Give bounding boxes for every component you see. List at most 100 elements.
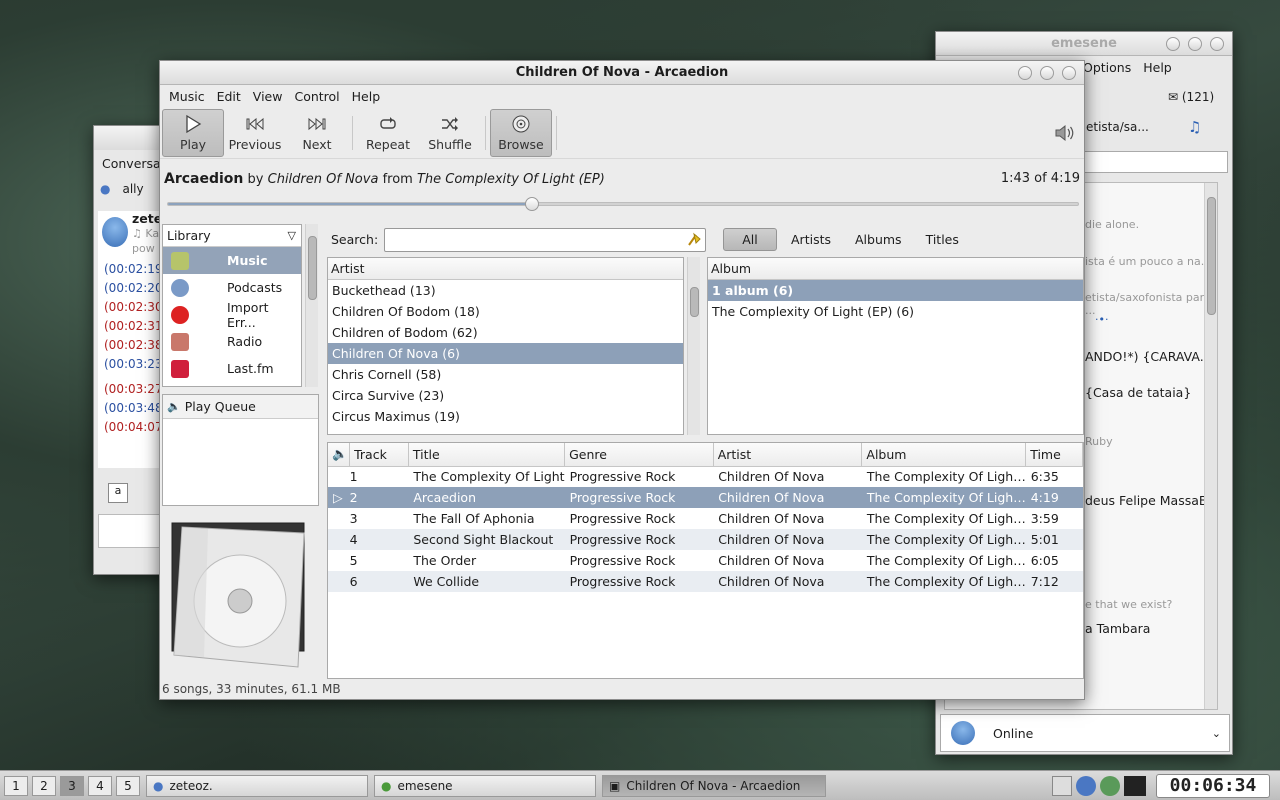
artist-list[interactable]: Artist Buckethead (13) Children Of Bodom … [327,257,684,435]
clock[interactable]: 00:06:34 [1156,774,1270,798]
music-tray-icon[interactable] [1052,776,1072,796]
column-header-track[interactable]: Track [349,443,409,467]
library-item-import-errors[interactable]: Import Err... [163,300,301,330]
filter-titles[interactable]: Titles [916,229,969,250]
contact-name[interactable]: deus Felipe MassaB [1085,493,1207,508]
artist-row[interactable]: Circa Survive (23) [328,385,683,406]
menu-options[interactable]: Options [1078,60,1136,75]
album-list[interactable]: Album 1 album (6) The Complexity Of Ligh… [707,257,1084,435]
artist-row[interactable]: Chris Cornell (58) [328,364,683,385]
artist-row[interactable]: Children Of Nova (6) [328,343,683,364]
library-item-music[interactable]: Music [163,247,301,274]
workspace-4[interactable]: 4 [88,775,112,796]
artist-row[interactable]: Children of Bodom (62) [328,322,683,343]
volume-button[interactable] [1054,123,1076,143]
menu-music[interactable]: Music [164,89,210,104]
task-emesene[interactable]: ● emesene [374,774,596,797]
library-dropdown[interactable]: Library ▽ [163,225,301,247]
filter-albums[interactable]: Albums [845,229,912,250]
contact-name[interactable]: ANDO!*) {CARAVA... [1085,349,1212,364]
task-music-player[interactable]: ▣ Children Of Nova - Arcaedion [602,774,826,797]
maximize-icon[interactable] [1188,37,1202,51]
status-selector[interactable]: Online ⌄ [940,714,1230,752]
contact-name[interactable]: {Casa de tataia} [1085,385,1191,400]
menu-edit[interactable]: Edit [212,89,246,104]
library-item-radio[interactable]: Radio [163,328,301,355]
window-titlebar[interactable]: Children Of Nova - Arcaedion [160,61,1084,85]
contact-scrollbar[interactable] [1204,183,1217,709]
workspace-1[interactable]: 1 [4,775,28,796]
column-header-title[interactable]: Title [408,443,566,467]
now-playing-track: Arcaedion [164,171,244,187]
column-header-artist[interactable]: Artist [713,443,863,467]
library-panel[interactable]: Library ▽ Music Podcasts Import Err... Ra… [162,224,302,387]
track-row[interactable]: 3 The Fall Of Aphonia Progressive Rock Chil… [328,508,1083,529]
artist-scrollbar[interactable] [687,257,700,435]
artist-column-header[interactable]: Artist [328,258,683,280]
network-tray-icon[interactable] [1100,776,1120,796]
workspace-2[interactable]: 2 [32,775,56,796]
menu-control[interactable]: Control [289,89,344,104]
next-button[interactable]: Next [286,109,348,157]
play-queue-panel[interactable]: 🔈 Play Queue [162,394,319,506]
emesene-search-input[interactable] [1084,151,1228,173]
library-item-lastfm[interactable]: Last.fm [163,355,301,382]
minimize-icon[interactable] [1018,66,1032,80]
scroll-thumb[interactable] [1207,197,1216,315]
track-row[interactable]: ▷ 2 Arcaedion Progressive Rock Children Of N… [328,487,1083,508]
browse-button[interactable]: Browse [490,108,552,157]
repeat-button[interactable]: Repeat [357,109,419,157]
track-row[interactable]: 4 Second Sight Blackout Progressive Rock Ch… [328,529,1083,550]
album-column-header[interactable]: Album [708,258,1083,280]
album-row[interactable]: The Complexity Of Light (EP) (6) [708,301,1083,322]
library-item-podcasts[interactable]: Podcasts [163,274,301,301]
task-zeteoz[interactable]: ● zeteoz. [146,774,368,797]
minimize-icon[interactable] [1166,37,1180,51]
font-button[interactable]: a [108,483,128,503]
search-input[interactable] [384,228,706,252]
filter-all[interactable]: All [723,228,777,251]
apps-tray-icon[interactable] [1124,776,1146,796]
contact-avatar-icon [102,217,128,247]
maximize-icon[interactable] [1040,66,1054,80]
scroll-thumb[interactable] [308,236,317,300]
close-icon[interactable] [1062,66,1076,80]
music-player-window[interactable]: Children Of Nova - Arcaedion Music Edit … [159,60,1085,700]
workspace-3[interactable]: 3 [60,775,84,796]
next-label: Next [302,136,332,152]
album-row-all[interactable]: 1 album (6) [708,280,1083,301]
artist-row[interactable]: Children Of Bodom (18) [328,301,683,322]
seek-knob[interactable] [525,197,539,211]
previous-button[interactable]: Previous [224,109,286,157]
play-button[interactable]: Play [162,108,224,157]
column-header-genre[interactable]: Genre [564,443,714,467]
column-header-time[interactable]: Time [1025,443,1083,467]
artist-row[interactable]: Buckethead (13) [328,280,683,301]
emesene-tray-icon[interactable] [1076,776,1096,796]
clear-search-icon[interactable] [686,231,702,247]
emesene-personal-message[interactable]: etista/sa... [1086,120,1149,134]
menu-help[interactable]: Help [1138,60,1177,75]
workspace-5[interactable]: 5 [116,775,140,796]
emesene-titlebar[interactable]: emesene [936,32,1232,56]
contact-name[interactable]: a Tambara [1085,621,1150,636]
track-row[interactable]: 6 We Collide Progressive Rock Children Of N… [328,571,1083,592]
shuffle-button[interactable]: Shuffle [419,109,481,157]
scroll-thumb[interactable] [690,287,699,317]
album-art[interactable] [168,517,308,669]
menu-help[interactable]: Help [347,89,386,104]
track-row[interactable]: 5 The Order Progressive Rock Children Of No… [328,550,1083,571]
track-row[interactable]: 1 The Complexity Of Light Progressive Rock… [328,466,1083,487]
column-header-album[interactable]: Album [861,443,1027,467]
library-scrollbar[interactable] [305,224,318,387]
volume-icon [1055,124,1074,142]
mail-count[interactable]: ✉ (121) [1168,90,1214,104]
seek-slider[interactable] [167,197,1079,211]
menu-view[interactable]: View [248,89,288,104]
artist-row[interactable]: Circus Maximus (19) [328,406,683,427]
close-icon[interactable] [1210,37,1224,51]
track-list[interactable]: 🔈 Track Title Genre Artist Album Time 1 The Com… [327,442,1084,679]
library-item-label: Music [227,253,268,268]
filter-bar: All Artists Albums Titles [723,228,969,251]
filter-artists[interactable]: Artists [781,229,841,250]
